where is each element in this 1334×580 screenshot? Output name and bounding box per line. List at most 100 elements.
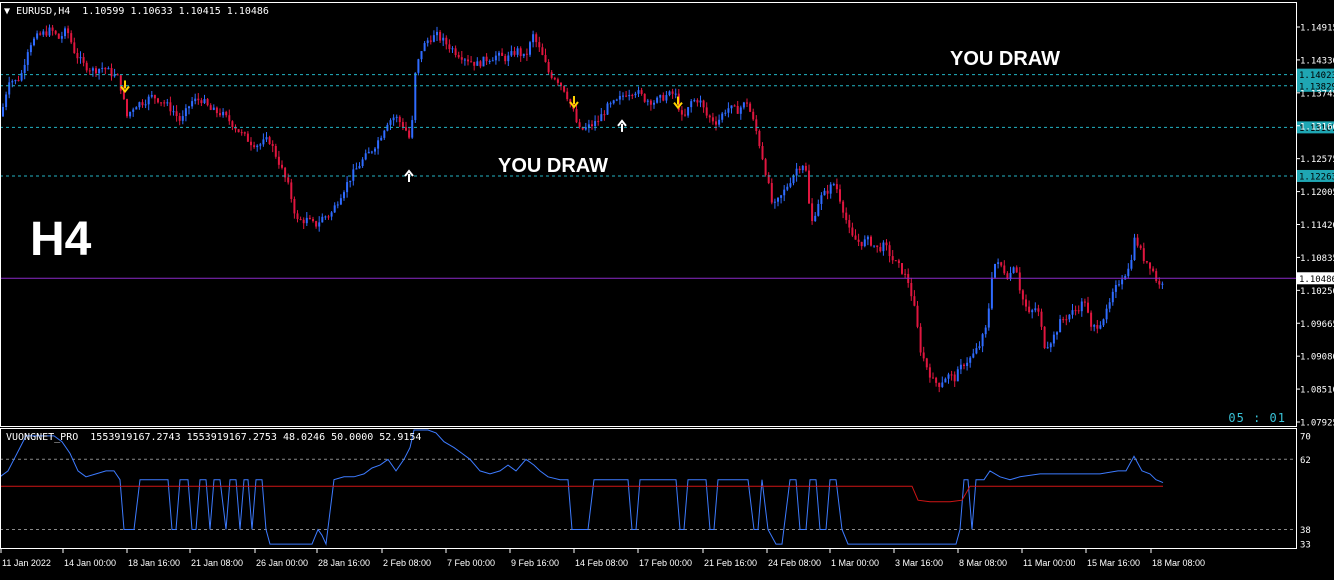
time-tick-label: 21 Feb 16:00 <box>704 558 757 568</box>
candle <box>798 166 801 174</box>
time-tick-label: 14 Jan 00:00 <box>64 558 116 568</box>
candle-body <box>637 90 640 94</box>
candle <box>563 85 566 93</box>
candle-body <box>919 326 922 353</box>
candle <box>98 68 101 80</box>
candle-body <box>538 42 541 48</box>
candle <box>916 301 919 329</box>
candle <box>594 115 597 131</box>
indicator-pane-border <box>0 428 1297 549</box>
candle <box>944 377 947 383</box>
candle <box>1052 331 1055 347</box>
candle-body <box>228 115 231 122</box>
candle <box>95 65 97 78</box>
candle-body <box>718 119 721 125</box>
triangle-down-icon[interactable]: ▼ <box>4 6 10 17</box>
candle <box>451 46 454 54</box>
time-tick-label: 21 Jan 08:00 <box>191 558 243 568</box>
candle-body <box>879 247 882 252</box>
candle-body <box>377 140 380 149</box>
candle-body <box>231 121 234 127</box>
candle <box>519 46 522 62</box>
time-axis: 11 Jan 2022 14 Jan 00:00 18 Jan 16:00 21 Ja… <box>0 549 1205 568</box>
candle-body <box>1012 267 1015 273</box>
candle <box>646 98 649 106</box>
candle <box>1114 280 1117 299</box>
candle <box>467 54 469 66</box>
candle-body <box>839 189 841 202</box>
candle-body <box>922 352 925 359</box>
candle-body <box>891 256 894 261</box>
candle <box>42 29 45 37</box>
candle <box>1062 316 1065 323</box>
candle <box>256 144 259 152</box>
candle-body <box>1034 308 1037 311</box>
candle-body <box>315 221 318 227</box>
chart-canvas[interactable]: 1.140231.138291.131071.122631.10486 1.14… <box>0 0 1334 575</box>
candle-body <box>659 95 662 98</box>
candle-body <box>1096 325 1099 329</box>
candle-body <box>997 262 1000 264</box>
price-tick-label: 1.10250 <box>1300 287 1334 297</box>
candle <box>336 201 339 209</box>
candle-body <box>405 127 407 131</box>
candle-body <box>104 67 107 70</box>
candle <box>215 106 218 118</box>
candle-body <box>79 57 82 59</box>
candle-body <box>451 48 454 50</box>
candle <box>953 371 956 387</box>
candle-body <box>811 203 814 222</box>
candle <box>85 60 88 73</box>
candle-body <box>938 382 941 387</box>
candle <box>544 48 547 63</box>
candle-body <box>88 70 91 72</box>
candle <box>160 102 163 107</box>
candle <box>832 182 835 186</box>
candle-body <box>795 168 798 176</box>
candle-body <box>591 124 593 127</box>
candle-body <box>975 348 978 354</box>
candle <box>801 164 804 174</box>
candle-body <box>262 139 265 145</box>
arrow-up-icon <box>617 119 627 132</box>
candle <box>761 142 764 161</box>
candle-body <box>188 106 190 109</box>
candle-body <box>129 111 132 117</box>
candle <box>538 36 541 52</box>
candle-body <box>172 111 175 113</box>
candle-body <box>95 68 97 74</box>
indicator-level-label: 33 <box>1300 541 1311 551</box>
candle <box>377 136 380 155</box>
candle-body <box>978 346 981 349</box>
candle <box>498 50 500 62</box>
candle <box>637 86 640 98</box>
candle <box>206 98 209 107</box>
candle <box>857 233 860 247</box>
candle-body <box>485 56 488 62</box>
candle <box>612 99 615 105</box>
candle <box>755 115 758 135</box>
candle-body <box>1133 237 1136 261</box>
candle-body <box>448 44 451 50</box>
candle-body <box>739 107 742 114</box>
candle <box>488 59 491 65</box>
candle <box>804 162 807 172</box>
candle <box>299 216 302 221</box>
candle-body <box>622 95 624 97</box>
candle <box>1118 280 1120 287</box>
candle-body <box>67 28 70 34</box>
candle <box>132 107 135 117</box>
candle-body <box>566 91 569 100</box>
candle-body <box>1155 271 1158 282</box>
candle-body <box>250 141 252 146</box>
candle <box>367 147 370 154</box>
candle-body <box>473 61 476 66</box>
candle-body <box>73 42 76 54</box>
candle <box>178 112 181 126</box>
candle-body <box>901 263 903 274</box>
price-tick-label: 1.13745 <box>1300 89 1334 99</box>
candle <box>166 98 169 107</box>
candle-body <box>798 168 801 171</box>
candle <box>445 35 448 50</box>
candle-body <box>773 201 776 203</box>
